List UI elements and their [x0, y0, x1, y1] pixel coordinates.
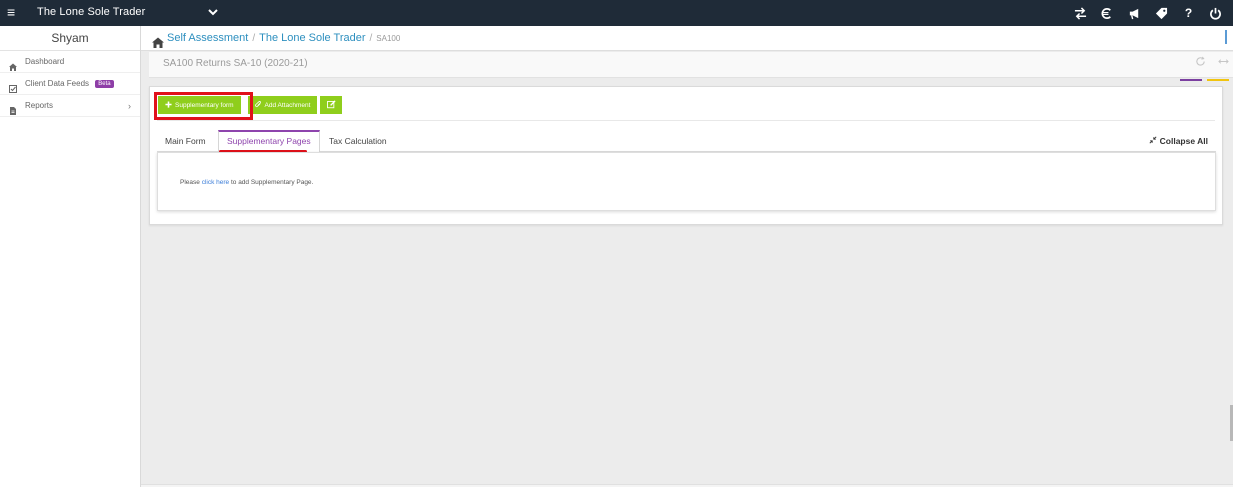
paperclip-icon — [254, 100, 262, 110]
message-text: to add Supplementary Page. — [230, 179, 314, 186]
collapse-all-button[interactable]: Collapse All — [1149, 130, 1208, 152]
collapse-all-label: Collapse All — [1159, 136, 1208, 146]
refresh-icon[interactable] — [1195, 56, 1206, 70]
page-header: SA100 Returns SA-10 (2020-21) — [149, 52, 1233, 81]
panel-tools — [1195, 56, 1229, 70]
check-square-icon — [9, 80, 17, 93]
home-icon — [9, 58, 17, 71]
topbar-actions: ? — [1067, 3, 1229, 23]
breadcrumb-current: SA100 — [376, 34, 401, 43]
tag-icon[interactable] — [1148, 7, 1175, 20]
breadcrumb-separator: / — [252, 33, 256, 44]
sidebar-item-client-data-feeds[interactable]: Client Data Feeds Beta — [0, 73, 140, 95]
add-supplementary-page-link[interactable]: click here — [202, 179, 229, 186]
breadcrumb: Self Assessment / The Lone Sole Trader / SA1… — [141, 26, 1233, 51]
chevron-right-icon: › — [128, 101, 131, 111]
sidebar: Shyam Dashboard Client Data Feeds Beta R… — [0, 26, 141, 487]
menu-toggle-icon[interactable]: ≡ — [7, 4, 15, 20]
add-attachment-button[interactable]: Add Attachment — [247, 96, 318, 114]
breadcrumb-self-assessment-link[interactable]: Self Assessment — [167, 32, 248, 44]
form-tabs: Main Form Supplementary Pages Tax Calcul… — [157, 130, 1216, 153]
currency-icon[interactable] — [1094, 7, 1121, 20]
power-icon[interactable] — [1202, 7, 1229, 20]
tab-main-form[interactable]: Main Form — [157, 130, 214, 152]
sidebar-item-dashboard[interactable]: Dashboard — [0, 51, 140, 73]
breadcrumb-client-link[interactable]: The Lone Sole Trader — [259, 32, 365, 44]
edit-button[interactable] — [320, 96, 343, 114]
scroll-indicator — [1225, 30, 1227, 44]
annotation-highlight-box — [154, 92, 253, 120]
accent-bar-yellow — [1207, 79, 1229, 81]
return-card: Supplementary form Add Attachment Main F… — [149, 86, 1223, 225]
divider — [157, 120, 1215, 121]
beta-badge: Beta — [95, 80, 114, 88]
page-title: SA100 Returns SA-10 (2020-21) — [163, 58, 308, 69]
sidebar-item-reports[interactable]: Reports › — [0, 95, 140, 117]
add-attachment-label: Add Attachment — [264, 101, 311, 109]
empty-state-message: Please click here to add Supplementary P… — [180, 179, 313, 186]
home-icon[interactable] — [152, 33, 164, 48]
sidebar-item-label: Reports — [25, 101, 54, 110]
message-text: Please — [180, 179, 200, 186]
client-name-selector[interactable]: The Lone Sole Trader — [37, 6, 145, 18]
sidebar-item-label: Client Data Feeds — [25, 79, 90, 88]
chevron-down-icon[interactable] — [206, 4, 220, 20]
supplementary-pages-panel: Please click here to add Supplementary P… — [157, 152, 1216, 211]
edit-icon — [327, 99, 336, 111]
help-icon[interactable]: ? — [1175, 6, 1202, 20]
top-navbar: ≡ The Lone Sole Trader ? — [0, 0, 1233, 26]
transfer-icon[interactable] — [1067, 6, 1094, 20]
sidebar-user-name: Shyam — [0, 26, 140, 51]
megaphone-icon[interactable] — [1121, 7, 1148, 20]
accent-bar-purple — [1180, 79, 1202, 81]
breadcrumb-separator: / — [369, 33, 373, 44]
sidebar-item-label: Dashboard — [25, 57, 65, 66]
compress-icon — [1149, 136, 1159, 146]
file-icon — [9, 102, 17, 115]
tab-tax-calculation[interactable]: Tax Calculation — [321, 130, 395, 152]
expand-horizontal-icon[interactable] — [1218, 56, 1229, 70]
